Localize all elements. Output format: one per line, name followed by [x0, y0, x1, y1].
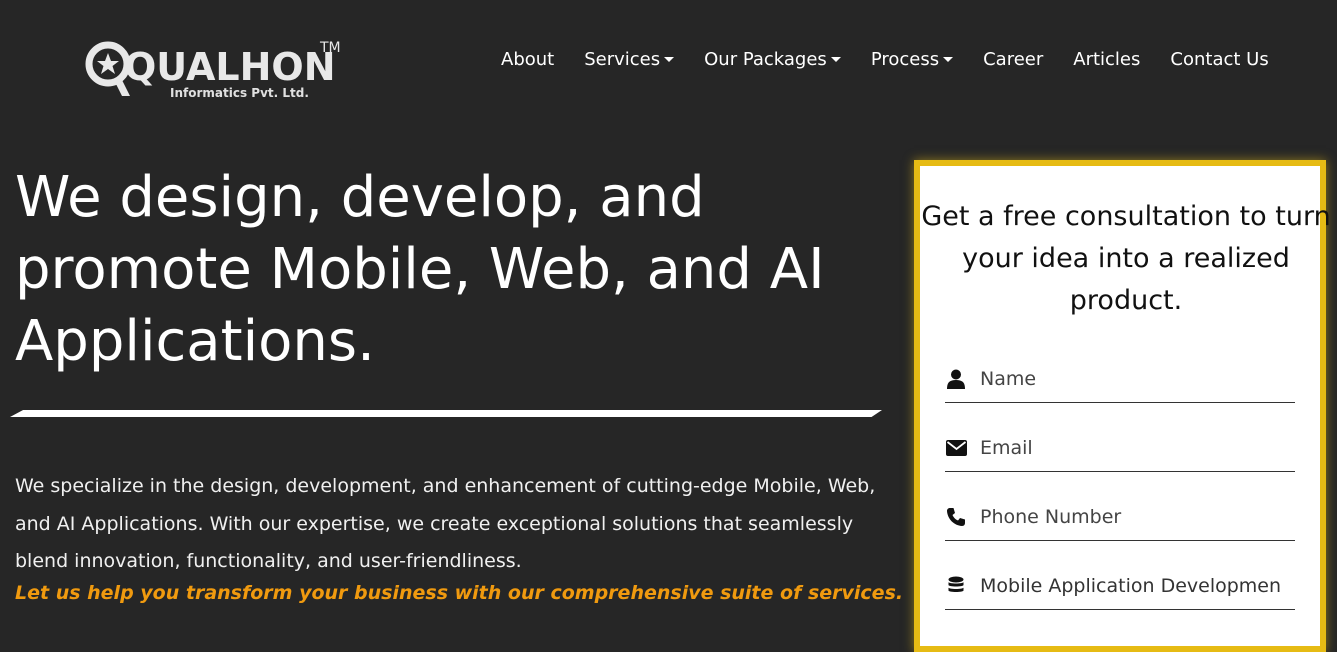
- service-select-value: Mobile Application Development: [980, 575, 1280, 597]
- nav-contact-us-label: Contact Us: [1170, 49, 1269, 70]
- name-input[interactable]: [980, 368, 1280, 390]
- caret-down-icon: [664, 56, 675, 62]
- database-icon: [945, 575, 967, 597]
- nav-contact-us[interactable]: Contact Us: [1170, 48, 1268, 72]
- email-input[interactable]: [980, 437, 1280, 459]
- hero-tagline: Let us help you transform your business …: [15, 582, 904, 604]
- nav-about-label: About: [501, 49, 555, 70]
- name-field: [945, 356, 1295, 403]
- nav-services[interactable]: Services: [584, 48, 675, 72]
- phone-input[interactable]: [980, 506, 1280, 528]
- brand-name: QUALHON: [124, 45, 336, 89]
- email-field: [945, 425, 1295, 472]
- nav-process-label: Process: [870, 49, 940, 70]
- nav-articles[interactable]: Articles: [1073, 48, 1140, 72]
- nav-career-label: Career: [983, 49, 1044, 70]
- phone-icon: [945, 506, 967, 528]
- consultation-form-card: Get a free consultation to turn your ide…: [914, 160, 1331, 652]
- brand-logo[interactable]: QUALHON TM Informatics Pvt. Ltd.: [84, 34, 354, 104]
- hero-headline: We design, develop, and promote Mobile, …: [15, 165, 825, 374]
- nav-services-label: Services: [584, 49, 661, 70]
- hero-description: We specialize in the design, development…: [15, 475, 876, 572]
- nav-process[interactable]: Process: [870, 48, 954, 72]
- brand-trademark: TM: [320, 40, 341, 56]
- phone-field: [945, 494, 1295, 541]
- brand-subtitle: Informatics Pvt. Ltd.: [170, 86, 309, 100]
- nav-our-packages-label: Our Packages: [704, 49, 827, 70]
- nav-our-packages[interactable]: Our Packages: [704, 48, 841, 72]
- user-icon: [945, 368, 967, 390]
- nav-articles-label: Articles: [1073, 49, 1141, 70]
- envelope-icon: [945, 437, 967, 459]
- caret-down-icon: [830, 56, 841, 62]
- hero-divider: [10, 410, 882, 417]
- service-select[interactable]: Mobile Application Development: [945, 563, 1295, 610]
- nav-about[interactable]: About: [501, 48, 554, 72]
- caret-down-icon: [943, 56, 954, 62]
- form-title: Get a free consultation to turn your ide…: [921, 201, 1331, 316]
- nav-career[interactable]: Career: [983, 48, 1043, 72]
- main-nav: About Services Our Packages Process Care…: [501, 48, 1269, 72]
